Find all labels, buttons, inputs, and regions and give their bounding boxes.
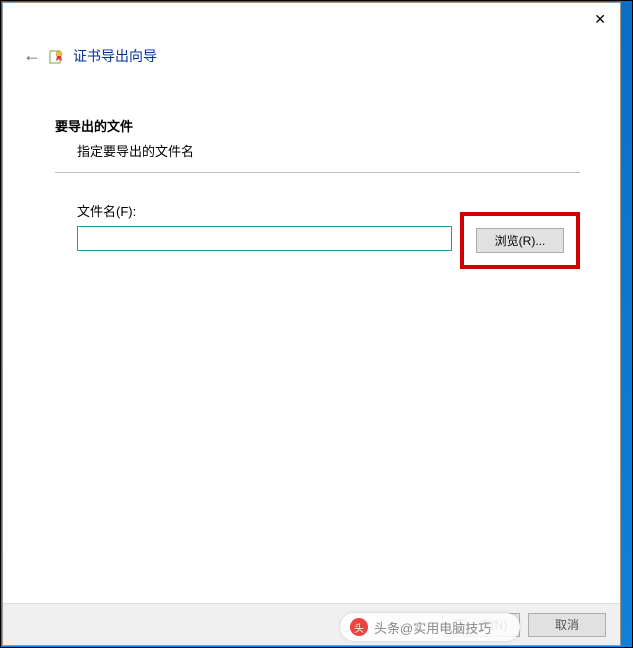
section-title: 要导出的文件 bbox=[55, 116, 580, 135]
browse-button[interactable]: 浏览(R)... bbox=[476, 228, 564, 253]
highlight-annotation: 浏览(R)... bbox=[460, 212, 580, 269]
wizard-header: ← 证书导出向导 bbox=[3, 45, 620, 66]
watermark: 头 头条@实用电脑技巧 bbox=[340, 613, 520, 641]
filename-row: 浏览(R)... bbox=[77, 226, 580, 269]
filename-field-block: 文件名(F): 浏览(R)... bbox=[55, 201, 580, 269]
wizard-title: 证书导出向导 bbox=[73, 46, 157, 66]
wizard-footer: 下一步(N) 取消 bbox=[3, 603, 620, 645]
section-description: 指定要导出的文件名 bbox=[55, 141, 580, 160]
titlebar: ✕ bbox=[3, 3, 620, 39]
filename-input[interactable] bbox=[77, 226, 452, 251]
back-arrow-icon[interactable]: ← bbox=[23, 45, 41, 66]
cancel-button[interactable]: 取消 bbox=[528, 613, 606, 637]
close-icon[interactable]: ✕ bbox=[594, 11, 606, 28]
wizard-content: 要导出的文件 指定要导出的文件名 文件名(F): 浏览(R)... bbox=[3, 66, 620, 269]
watermark-logo-icon: 头 bbox=[350, 618, 368, 636]
watermark-text: 头条@实用电脑技巧 bbox=[374, 618, 491, 637]
export-wizard-window: ✕ ← 证书导出向导 要导出的文件 指定要导出的文件名 文件名(F): 浏览(R… bbox=[2, 2, 621, 646]
certificate-icon bbox=[49, 48, 65, 64]
divider bbox=[55, 172, 580, 173]
